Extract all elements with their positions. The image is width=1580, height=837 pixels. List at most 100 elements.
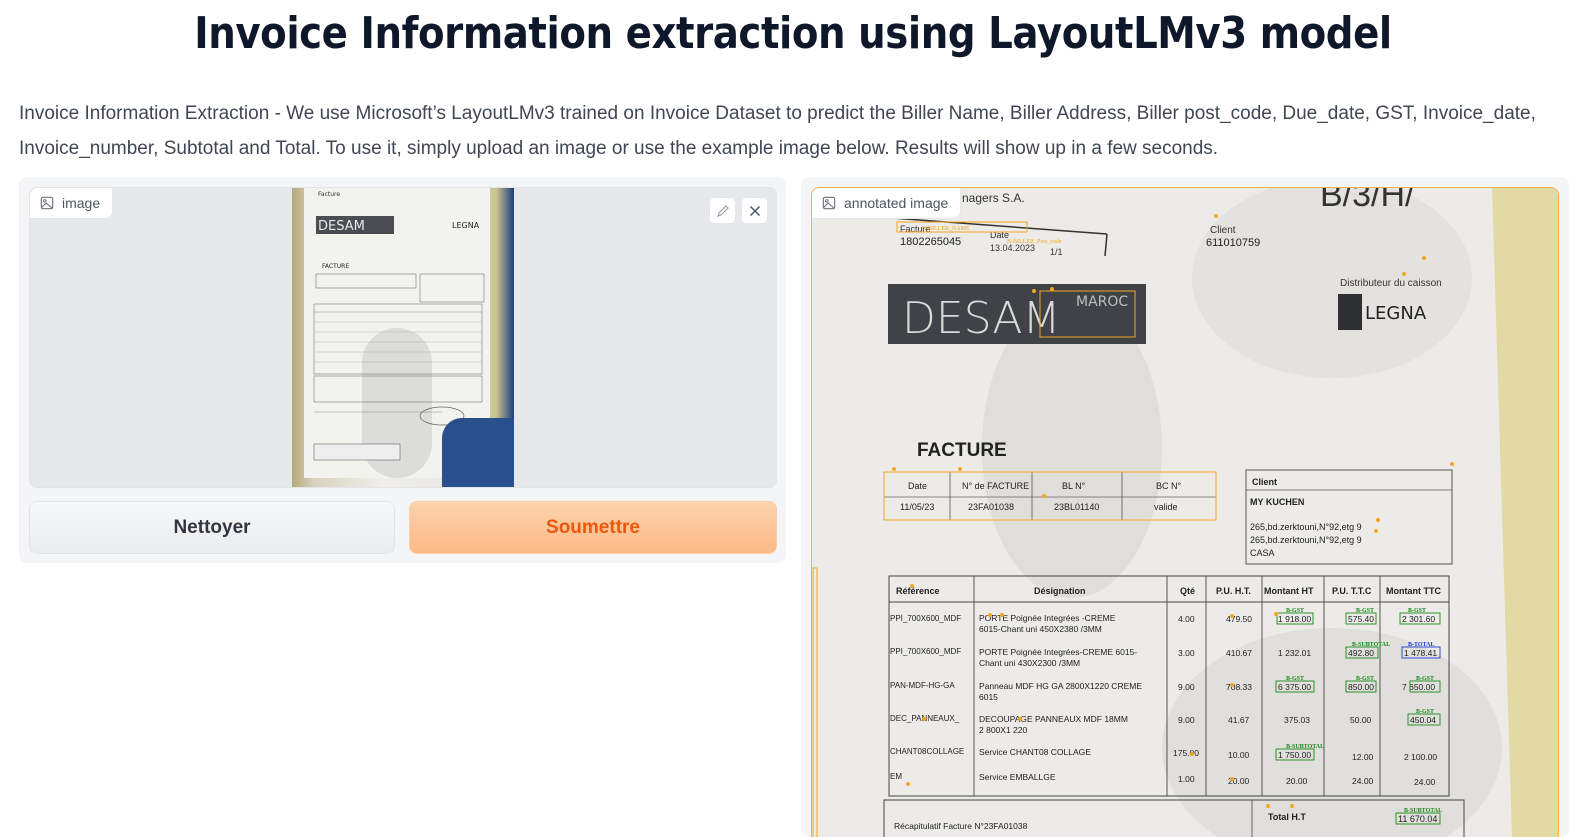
row-0-des2: 6015-Chant uni 450X2380 /3MM	[979, 624, 1102, 634]
table-header-3: P.U. H.T.	[1216, 586, 1251, 596]
row-0-pu: 479.50	[1226, 614, 1252, 624]
page-title: Invoice Information extraction using Lay…	[194, 8, 1392, 59]
doc-big-code: B/3/H/	[1320, 188, 1415, 214]
tag-gst-0c: B-GST	[1408, 608, 1426, 614]
row-1-qty: 3.00	[1178, 648, 1195, 658]
row-1-mttc: 1 478.41	[1404, 648, 1437, 658]
row-0-des1: PORTE Poignée Integrées -CREME	[979, 613, 1116, 623]
image-icon	[40, 196, 54, 210]
client-name: MY KUCHEN	[1250, 497, 1304, 507]
tag-subtotal-1: B-SUBTOTAL	[1352, 642, 1390, 648]
row-5-des1: Service EMBALLGE	[979, 772, 1056, 782]
row-2-mttc: 7 650.00	[1402, 682, 1435, 692]
row-3-des2: 2 800X1 220	[979, 725, 1027, 735]
recap-label: Récapitulatif Facture N°23FA01038	[894, 821, 1028, 831]
row-2-des2: 6015	[979, 692, 998, 702]
tag-gst-2c: B-GST	[1416, 676, 1434, 682]
clear-button[interactable]: Nettoyer	[29, 501, 395, 554]
annotated-image-view: nagers S.A. B/3/H/ Facture 1802265045 Da…	[811, 187, 1559, 837]
thumb-brand: DESAM	[318, 219, 365, 234]
doc-brand-sub: MAROC	[1076, 294, 1128, 310]
total-ht-label: Total H.T	[1268, 812, 1306, 822]
table-header-0: Référence	[896, 586, 940, 596]
tag-total-1: B-TOTAL	[1408, 642, 1434, 648]
client-addr-1: 265,bd.zerktouni,N°92,etg 9	[1250, 522, 1362, 532]
doc-legna: LEGNA	[1365, 303, 1427, 324]
row-0-ref: PPI_700X600_MDF	[890, 614, 961, 623]
doc-client-label: Client	[1210, 225, 1236, 236]
doc-page-value: 1/1	[1050, 247, 1063, 257]
row-3-des1: DECOUPAGE PANNEAUX MDF 18MM	[979, 714, 1128, 724]
row-0-qty: 4.00	[1178, 614, 1195, 624]
row-3-mht: 375.03	[1284, 715, 1310, 725]
row-3-mttc: 450.04	[1410, 715, 1436, 725]
meta-value-0: 11/05/23	[900, 502, 934, 512]
row-4-qty: 175.00	[1173, 748, 1199, 758]
tag-gst-2b: B-GST	[1356, 676, 1374, 682]
row-1-pttc: 492.80	[1348, 648, 1374, 658]
row-0-mht: 1 918.00	[1278, 614, 1311, 624]
doc-top-fragment: nagers S.A.	[962, 191, 1025, 205]
tag-subtotal-total: B-SUBTOTAL	[1404, 808, 1442, 814]
row-5-pttc: 24.00	[1352, 776, 1374, 786]
client-box-label: Client	[1252, 477, 1277, 487]
doc-brand: DESAM	[902, 293, 1061, 344]
submit-button[interactable]: Soumettre	[409, 501, 777, 554]
table-header-4: Montant HT	[1264, 586, 1314, 596]
output-panel: nagers S.A. B/3/H/ Facture 1802265045 Da…	[801, 177, 1569, 837]
doc-client-no: 611010759	[1206, 237, 1260, 249]
image-label: image	[62, 195, 101, 211]
row-4-pttc: 12.00	[1352, 752, 1374, 762]
doc-facture-no: 1802265045	[900, 236, 961, 248]
tag-gst-3: B-GST	[1416, 709, 1434, 715]
tag-gst-2a: B-GST	[1286, 676, 1304, 682]
image-upload-dropzone[interactable]: image DESAM Facture LEGNA FACTURE	[29, 187, 777, 488]
tag-biller-name: B-BILLER_NAME	[922, 226, 970, 232]
meta-value-3: valide	[1154, 502, 1178, 512]
table-header-2: Qté	[1180, 586, 1195, 596]
input-panel: image DESAM Facture LEGNA FACTURE Nettoy…	[19, 177, 786, 563]
table-header-1: Désignation	[1034, 586, 1086, 596]
row-4-mttc: 2 100.00	[1404, 752, 1437, 762]
row-3-qty: 9.00	[1178, 715, 1195, 725]
meta-value-2: 23BL01140	[1054, 502, 1099, 512]
client-addr-2: 265,bd.zerktouni,N°92,etg 9	[1250, 535, 1362, 545]
image-label-chip: image	[30, 188, 114, 219]
row-4-pu: 10.00	[1228, 750, 1250, 760]
meta-header-0: Date	[908, 481, 927, 491]
row-2-ref: PAN-MDF-HG-GA	[890, 681, 955, 690]
edit-button[interactable]	[709, 197, 736, 224]
row-2-des1: Panneau MDF HG GA 2800X1220 CREME	[979, 681, 1142, 691]
doc-heading: FACTURE	[917, 440, 1007, 461]
clear-image-button[interactable]	[741, 197, 768, 224]
uploaded-invoice-thumbnail: DESAM Facture LEGNA FACTURE	[292, 188, 514, 487]
client-addr-3: CASA	[1250, 548, 1275, 558]
row-0-pttc: 575.40	[1348, 614, 1374, 624]
row-1-mht: 1 232.01	[1278, 648, 1311, 658]
total-value: 11 670.04	[1398, 814, 1437, 824]
row-1-ref: PPI_700X600_MDF	[890, 647, 961, 656]
doc-distributor: Distributeur du caisson	[1340, 278, 1442, 289]
tag-biller-post: B-BILLER_Post_code	[1007, 239, 1062, 245]
row-5-ref: EM	[890, 772, 902, 781]
row-2-pttc: 850.00	[1348, 682, 1374, 692]
meta-header-3: BC N°	[1156, 481, 1182, 491]
close-icon	[749, 205, 760, 216]
annotated-invoice-image: nagers S.A. B/3/H/ Facture 1802265045 Da…	[812, 188, 1558, 837]
pencil-icon	[716, 204, 729, 217]
table-header-6: Montant TTC	[1386, 586, 1441, 596]
row-4-mht: 1 750.00	[1278, 750, 1311, 760]
meta-value-1: 23FA01038	[968, 502, 1014, 512]
table-header-5: P.U. T.T.C	[1332, 586, 1372, 596]
row-1-des1: PORTE Poignée Integrées-CREME 6015-	[979, 647, 1137, 657]
row-5-mttc: 24.00	[1414, 777, 1436, 787]
row-1-des2: Chant uni 430X2300 /3MM	[979, 658, 1080, 668]
row-2-pu: 708.33	[1226, 682, 1252, 692]
row-4-des1: Service CHANT08 COLLAGE	[979, 747, 1091, 757]
thumb-facture: Facture	[318, 191, 340, 198]
annotated-image-label: annotated image	[844, 195, 949, 211]
meta-header-2: BL N°	[1062, 481, 1086, 491]
row-3-pttc: 50.00	[1350, 715, 1372, 725]
row-2-mht: 6 375.00	[1278, 682, 1311, 692]
thumb-legna: LEGNA	[452, 221, 480, 230]
